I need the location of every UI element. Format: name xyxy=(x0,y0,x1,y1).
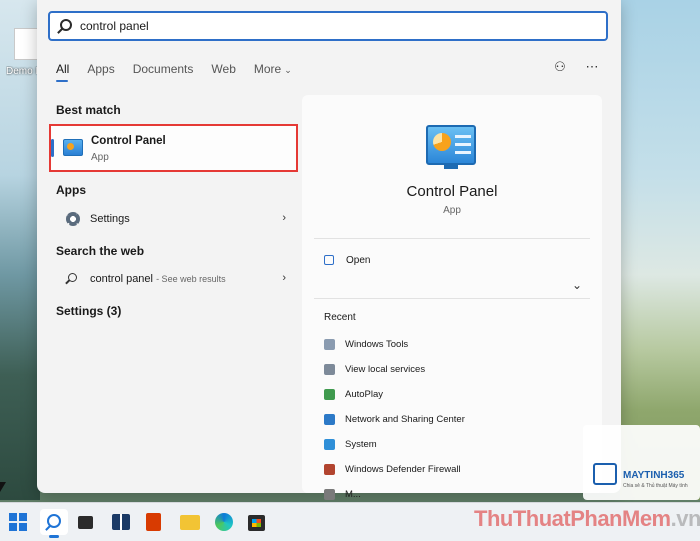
recent-item-icon xyxy=(324,389,335,400)
watermark-site-bold: ThuThuat xyxy=(474,506,571,531)
open-label: Open xyxy=(346,255,371,266)
best-match-result[interactable]: Control Panel App xyxy=(49,124,298,172)
recent-item-icon xyxy=(324,489,335,500)
tab-web[interactable]: Web xyxy=(211,62,235,82)
search-input[interactable]: control panel xyxy=(48,11,608,41)
logo-name: MAYTINH365 xyxy=(623,470,685,481)
recent-item-label: M... xyxy=(345,489,361,500)
recent-item[interactable]: Network and Sharing Center xyxy=(324,413,584,429)
tab-more-label: More xyxy=(253,62,282,76)
recent-item-label: Windows Defender Firewall xyxy=(345,464,461,475)
search-web-heading: Search the web xyxy=(56,244,145,258)
search-query: control panel xyxy=(80,19,149,33)
watermark-site-tail: .vn xyxy=(670,506,700,531)
control-panel-icon xyxy=(63,139,83,156)
web-result-label: control panel - See web results xyxy=(90,273,226,285)
tab-documents[interactable]: Documents xyxy=(133,62,194,82)
filter-tabs: All Apps Documents Web More ⌄ xyxy=(56,62,310,82)
web-result-item[interactable]: control panel - See web results › xyxy=(56,270,286,290)
apps-heading: Apps xyxy=(56,183,86,197)
search-panel: control panel All Apps Documents Web Mor… xyxy=(37,0,621,500)
windows-start-icon[interactable] xyxy=(9,513,27,531)
control-panel-icon xyxy=(426,125,476,169)
more-options-icon[interactable]: ⋯ xyxy=(584,59,600,75)
file-explorer-icon[interactable] xyxy=(180,515,200,530)
recent-item-label: Windows Tools xyxy=(345,339,409,350)
detail-subtitle: App xyxy=(443,205,461,216)
tab-apps[interactable]: Apps xyxy=(87,62,114,82)
recent-item[interactable]: System xyxy=(324,438,584,454)
settings-section-heading[interactable]: Settings (3) xyxy=(56,304,121,318)
gear-icon xyxy=(66,212,80,226)
recent-heading: Recent xyxy=(324,312,356,323)
office-icon[interactable] xyxy=(146,513,161,531)
recent-item-icon xyxy=(324,439,335,450)
taskbar-search-icon[interactable] xyxy=(40,509,68,538)
tab-all[interactable]: All xyxy=(56,62,69,82)
web-result-hint: - See web results xyxy=(156,274,226,284)
chevron-right-icon: › xyxy=(282,212,286,224)
pie-chart-icon xyxy=(433,133,451,151)
search-icon xyxy=(68,273,77,282)
detail-title: Control Panel xyxy=(406,183,498,200)
search-icon xyxy=(60,19,72,31)
recent-item-label: AutoPlay xyxy=(345,389,384,400)
microsoft-store-icon[interactable] xyxy=(248,515,265,531)
recent-item[interactable]: View local services xyxy=(324,363,584,379)
expand-chevron-icon[interactable]: ⌄ xyxy=(572,278,582,292)
watermark-site-name: ThuThuatPhanMem.vn xyxy=(474,506,700,532)
recent-item-label: System xyxy=(345,439,377,450)
divider xyxy=(314,238,590,239)
selection-indicator xyxy=(51,139,54,157)
best-match-heading: Best match xyxy=(56,103,121,117)
recent-item[interactable]: Windows Tools xyxy=(324,338,584,354)
result-name: Control Panel xyxy=(91,135,166,147)
recent-item[interactable]: AutoPlay xyxy=(324,388,584,404)
watermark-site-light: PhanMem xyxy=(570,506,671,531)
widgets-icon[interactable] xyxy=(112,514,130,530)
watermark-logo: MAYTINH365 Chia sẻ & Thủ thuật Máy tính xyxy=(583,425,700,500)
desktop-file-label: Demo PowerS xyxy=(6,66,38,77)
recent-item[interactable]: Windows Defender Firewall xyxy=(324,463,584,479)
mouse-cursor-icon xyxy=(0,482,6,492)
laptop-logo-icon xyxy=(593,463,617,485)
divider xyxy=(314,298,590,299)
task-view-icon[interactable] xyxy=(78,516,93,529)
result-detail-pane: Control Panel App Open ⌄ Recent Windows … xyxy=(302,95,602,500)
chevron-right-icon: › xyxy=(282,272,286,284)
open-external-icon xyxy=(324,255,334,265)
recent-item-icon xyxy=(324,364,335,375)
web-result-query: control panel xyxy=(90,273,153,285)
recent-item-label: Network and Sharing Center xyxy=(345,414,465,425)
recent-item-label: View local services xyxy=(345,364,426,375)
settings-app-label: Settings xyxy=(90,213,130,225)
logo-tagline: Chia sẻ & Thủ thuật Máy tính xyxy=(623,483,688,489)
panel-actions: ⚇ ⋯ xyxy=(552,59,600,75)
desktop-file-icon[interactable] xyxy=(14,28,38,60)
share-network-icon[interactable]: ⚇ xyxy=(552,59,568,75)
recent-item-icon xyxy=(324,339,335,350)
recent-item-icon xyxy=(324,414,335,425)
recent-item-icon xyxy=(324,464,335,475)
result-type: App xyxy=(91,152,109,163)
edge-browser-icon[interactable] xyxy=(215,513,233,531)
settings-app-item[interactable]: Settings › xyxy=(56,210,286,230)
tab-more[interactable]: More ⌄ xyxy=(254,62,292,82)
chevron-down-icon: ⌄ xyxy=(284,65,292,75)
